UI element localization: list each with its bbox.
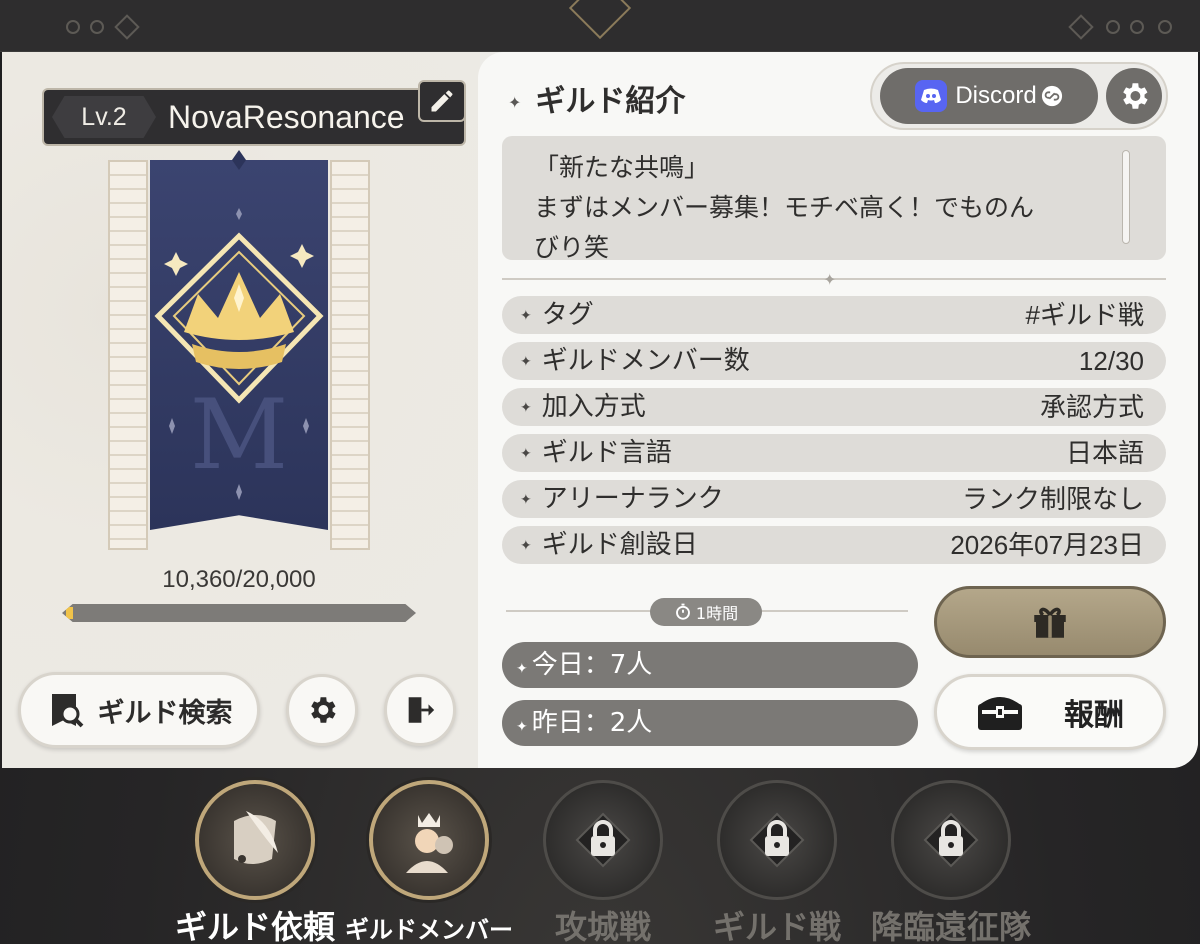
info-row-tag: ✦ タグ #ギルド戦 — [502, 296, 1166, 334]
crown-emblem-icon: M — [154, 150, 324, 500]
ornament-diamond — [114, 14, 140, 40]
intro-line: びり笑 — [534, 233, 610, 260]
sparkle-icon: ✦ — [520, 353, 532, 370]
intro-line: まずはメンバー募集！モチベ高く！でものん — [534, 193, 1035, 222]
sparkle-icon: ✦ — [520, 445, 532, 462]
guild-search-button[interactable]: ギルド検索 — [18, 672, 260, 748]
sparkle-icon: ✦ — [520, 491, 532, 508]
divider-sparkle-icon: ✦ — [823, 270, 837, 289]
info-value: ランク制限なし — [961, 484, 1144, 514]
nav-siege[interactable]: 攻城戦 — [528, 780, 678, 944]
ornament-circle — [90, 20, 104, 34]
info-value: 2026年07月23日 — [950, 530, 1144, 560]
lock-icon — [749, 812, 805, 868]
info-row-arena-rank: ✦ アリーナランク ランク制限なし — [502, 480, 1166, 518]
guild-intro-title-text: ギルド紹介 — [535, 84, 686, 119]
nav-expedition-circle — [891, 780, 1011, 900]
guild-intro-text-box[interactable]: 「新たな共鳴」 まずはメンバー募集！モチベ高く！でものん びり笑 — [502, 136, 1166, 260]
nav-guild-request[interactable]: ギルド依頼 — [175, 780, 335, 944]
ornament-circle — [66, 20, 80, 34]
leave-guild-button[interactable] — [384, 674, 456, 746]
ornament-circle — [1106, 20, 1120, 34]
nav-siege-circle — [543, 780, 663, 900]
member-crown-icon — [406, 813, 453, 873]
link-icon — [1041, 85, 1062, 107]
discord-label: Discord — [955, 82, 1037, 109]
today-count: ✦ 今日：7人 — [502, 642, 918, 688]
yesterday-count: ✦ 昨日：2人 — [502, 700, 918, 746]
info-key: タグ — [541, 300, 594, 330]
guild-exp-text: 10,360/20,000 — [162, 566, 316, 593]
timer-text: 1時間 — [695, 604, 739, 623]
nav-guild-war[interactable]: ギルド戦 — [702, 780, 852, 944]
info-key: ギルド創設日 — [541, 530, 698, 560]
nav-guild-members[interactable]: ギルドメンバー — [345, 780, 513, 944]
timer-badge: 1時間 — [650, 598, 762, 626]
edit-name-button[interactable] — [418, 80, 466, 122]
info-row-join-method: ✦ 加入方式 承認方式 — [502, 388, 1166, 426]
nav-expedition[interactable]: 降臨遠征隊 — [871, 780, 1031, 944]
gift-icon — [1034, 607, 1066, 638]
intro-line: 「新たな共鳴」 — [534, 153, 710, 182]
nav-guild-request-circle — [195, 780, 315, 900]
sparkle-icon: ✦ — [520, 399, 532, 416]
info-row-members: ✦ ギルドメンバー数 12/30 — [502, 342, 1166, 380]
gift-button[interactable] — [934, 586, 1166, 658]
ornament-circle — [1158, 20, 1172, 34]
reward-button[interactable]: 報酬 — [934, 674, 1166, 750]
guild-name: NovaResonance — [168, 99, 405, 135]
guild-exp-bar — [62, 604, 416, 622]
reward-label: 報酬 — [1064, 698, 1124, 733]
ornament-circle — [1130, 20, 1144, 34]
info-key: アリーナランク — [541, 484, 724, 514]
discord-icon — [915, 80, 948, 112]
scroll-quill-icon — [234, 811, 278, 864]
gear-icon — [1123, 83, 1148, 109]
search-guild-icon — [51, 694, 83, 728]
ornament-diamond — [1068, 14, 1094, 40]
pencil-icon — [431, 90, 453, 112]
sparkle-icon: ✦ — [520, 537, 532, 554]
info-value: 12/30 — [1078, 346, 1144, 376]
lock-icon — [575, 812, 631, 868]
game-frame: Lv.2 NovaResonance M 10,360/20,000 ギルド検索… — [0, 0, 1200, 944]
guild-banner: M — [106, 148, 372, 552]
svg-text:M: M — [190, 379, 288, 491]
nav-expedition-label: 降臨遠征隊 — [870, 908, 1031, 944]
today-count-text: 今日：7人 — [531, 650, 653, 680]
info-value: #ギルド戦 — [1025, 300, 1144, 330]
nav-guild-members-circle — [369, 780, 489, 900]
info-value: 承認方式 — [1039, 392, 1144, 422]
guild-settings-button[interactable] — [286, 674, 358, 746]
sparkle-icon: ✦ — [516, 719, 528, 735]
sparkle-icon: ✦ — [508, 93, 522, 112]
info-key: ギルドメンバー数 — [541, 346, 750, 376]
exit-door-icon — [408, 697, 435, 723]
stopwatch-icon — [675, 603, 690, 620]
guild-intro-title: ✦ ギルド紹介 — [508, 76, 685, 120]
info-key: ギルド言語 — [541, 438, 672, 468]
treasure-chest-icon — [978, 697, 1022, 730]
nav-guild-war-circle — [717, 780, 837, 900]
guild-search-label: ギルド検索 — [97, 697, 233, 729]
yesterday-count-text: 昨日：2人 — [531, 708, 653, 738]
guild-exp-fill — [66, 607, 73, 619]
info-row-founded-date: ✦ ギルド創設日 2026年07月23日 — [502, 526, 1166, 564]
lock-icon — [923, 812, 979, 868]
guild-level-badge: Lv.2 — [52, 96, 156, 138]
info-value: 日本語 — [1065, 438, 1144, 468]
sparkle-icon: ✦ — [520, 307, 532, 324]
info-key: 加入方式 — [541, 392, 646, 422]
info-row-language: ✦ ギルド言語 日本語 — [502, 434, 1166, 472]
intro-settings-button[interactable] — [1106, 68, 1162, 124]
discord-link-button[interactable]: Discord — [880, 68, 1098, 124]
gear-icon — [311, 697, 336, 723]
sparkle-icon: ✦ — [516, 661, 528, 677]
intro-scrollbar[interactable] — [1122, 150, 1130, 244]
